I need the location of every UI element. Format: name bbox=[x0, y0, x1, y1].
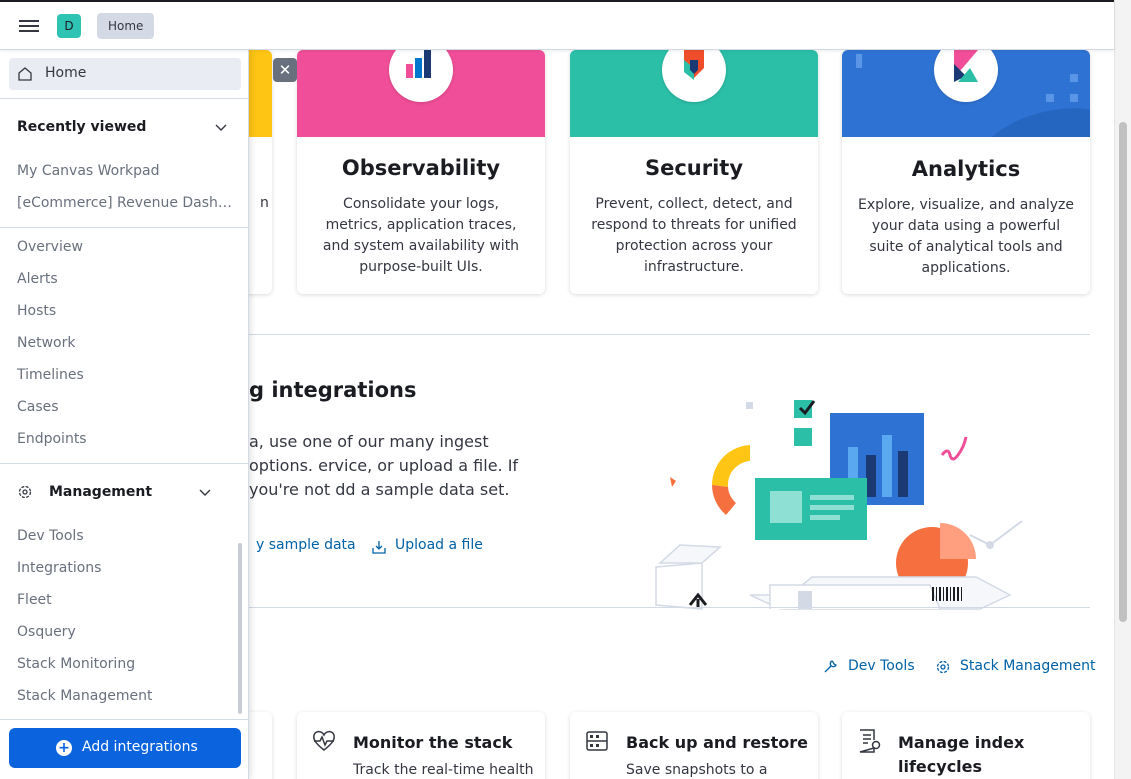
nav-item-dev-tools[interactable]: Dev Tools bbox=[17, 528, 84, 544]
nav-item-hosts[interactable]: Hosts bbox=[17, 303, 56, 319]
solution-title: Security bbox=[644, 156, 744, 180]
partial-card-text: n bbox=[260, 195, 269, 211]
solution-description: Prevent, collect, detect, and respond to… bbox=[591, 196, 797, 275]
nav-home-label: Home bbox=[45, 65, 87, 81]
section-divider bbox=[249, 334, 1090, 335]
add-integrations-label: Add integrations bbox=[82, 739, 198, 755]
gear-icon bbox=[935, 659, 951, 679]
nav-item-timelines[interactable]: Timelines bbox=[17, 367, 84, 383]
nav-item-network[interactable]: Network bbox=[17, 335, 75, 351]
space-avatar[interactable]: D bbox=[57, 14, 81, 38]
solution-title: Analytics bbox=[911, 157, 1021, 181]
dev-tools-link[interactable]: Dev Tools bbox=[848, 658, 915, 674]
nav-home[interactable]: Home bbox=[9, 58, 241, 90]
chevron-down-icon[interactable] bbox=[199, 486, 211, 498]
ingest-illustration bbox=[650, 395, 1030, 610]
breadcrumb[interactable]: Home bbox=[97, 13, 155, 39]
nav-item-osquery[interactable]: Osquery bbox=[17, 624, 76, 640]
manage-card-index-lifecycle[interactable]: Manage index lifecycles bbox=[842, 712, 1090, 779]
card-title: Monitor the stack bbox=[353, 733, 513, 752]
upload-icon bbox=[371, 539, 387, 559]
nav-item-fleet[interactable]: Fleet bbox=[17, 592, 52, 608]
recent-item[interactable]: [eCommerce] Revenue Dashboard bbox=[17, 195, 239, 211]
recently-viewed-title[interactable]: Recently viewed bbox=[17, 119, 146, 135]
page-scrollbar[interactable] bbox=[1114, 0, 1131, 779]
nav-divider bbox=[0, 98, 249, 99]
solution-title: Observability bbox=[341, 156, 501, 180]
wrench-icon bbox=[822, 659, 838, 679]
card-title: Manage index lifecycles bbox=[898, 733, 1025, 776]
solution-card-analytics[interactable]: Analytics Explore, visualize, and analyz… bbox=[842, 50, 1090, 294]
nav-item-integrations[interactable]: Integrations bbox=[17, 560, 101, 576]
top-header: D Home bbox=[0, 0, 1114, 50]
heartbeat-icon bbox=[311, 728, 337, 754]
stack-management-link[interactable]: Stack Management bbox=[960, 658, 1095, 674]
kibana-logo-icon bbox=[934, 50, 998, 102]
nav-item-stack-management[interactable]: Stack Management bbox=[17, 688, 152, 704]
solution-card-observability[interactable]: Observability Consolidate your logs, met… bbox=[297, 50, 545, 294]
plus-icon: + bbox=[56, 740, 72, 756]
manage-card-monitor[interactable]: Monitor the stack Track the real-time he… bbox=[297, 712, 545, 779]
sample-data-link[interactable]: y sample data bbox=[256, 537, 356, 553]
solution-card-security[interactable]: Security Prevent, collect, detect, and r… bbox=[570, 50, 818, 294]
scrollbar-thumb[interactable] bbox=[1119, 122, 1127, 622]
solution-description: Consolidate your logs, metrics, applicat… bbox=[322, 196, 520, 275]
card-description: Track the real-time health bbox=[353, 762, 534, 778]
nav-item-endpoints[interactable]: Endpoints bbox=[17, 431, 87, 447]
upload-file-link[interactable]: Upload a file bbox=[395, 537, 483, 553]
index-settings-icon bbox=[856, 728, 882, 754]
close-nav-button[interactable]: ✕ bbox=[273, 58, 297, 82]
nav-item-alerts[interactable]: Alerts bbox=[17, 271, 58, 287]
observability-logo-icon bbox=[389, 50, 453, 102]
storage-icon bbox=[584, 728, 610, 754]
recent-item[interactable]: My Canvas Workpad bbox=[17, 163, 159, 179]
ingest-title: g integrations bbox=[249, 378, 417, 402]
nav-item-cases[interactable]: Cases bbox=[17, 399, 59, 415]
card-title: Back up and restore bbox=[626, 733, 808, 752]
nav-item-overview[interactable]: Overview bbox=[17, 239, 83, 255]
chevron-down-icon[interactable] bbox=[215, 121, 227, 133]
security-logo-icon bbox=[662, 50, 726, 102]
nav-item-stack-monitoring[interactable]: Stack Monitoring bbox=[17, 656, 135, 672]
gear-icon bbox=[18, 485, 32, 499]
solution-description: Explore, visualize, and analyze your dat… bbox=[858, 197, 1074, 276]
nav-scrollbar[interactable] bbox=[238, 543, 242, 714]
home-icon bbox=[18, 67, 32, 81]
nav-divider bbox=[0, 227, 249, 228]
section-divider bbox=[249, 607, 1090, 608]
manage-card-backup[interactable]: Back up and restore Save snapshots to a bbox=[570, 712, 818, 779]
nav-divider bbox=[0, 463, 249, 464]
ingest-description: a, use one of our many ingest options. e… bbox=[249, 432, 519, 499]
card-description: Save snapshots to a bbox=[626, 762, 768, 778]
management-title[interactable]: Management bbox=[49, 484, 152, 500]
side-navigation: Home Recently viewed My Canvas Workpad [… bbox=[0, 50, 249, 779]
add-integrations-button[interactable]: + Add integrations bbox=[9, 728, 241, 768]
nav-divider bbox=[0, 719, 249, 720]
menu-toggle-icon[interactable] bbox=[19, 17, 39, 35]
